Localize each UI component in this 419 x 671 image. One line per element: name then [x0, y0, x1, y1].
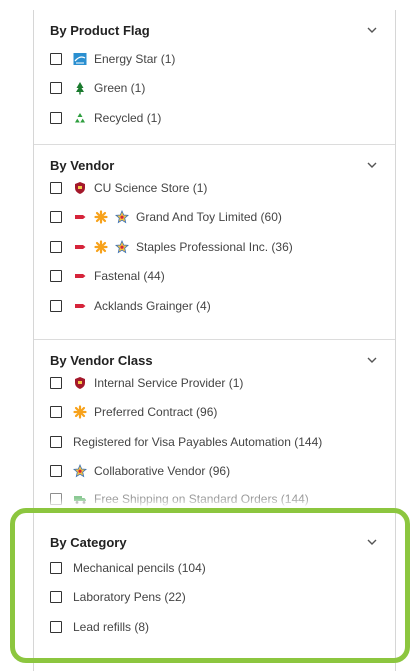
tree-icon	[73, 81, 87, 95]
checkbox[interactable]	[50, 492, 62, 505]
shield-icon	[73, 181, 87, 195]
tag-icon	[73, 240, 87, 254]
scroll-fade: Free Shipping on Standard Orders (144)	[34, 486, 395, 508]
filter-section-product-flag: By Product Flag Energy Star (1) Green (1…	[34, 10, 395, 145]
filter-item-recycled: Recycled (1)	[34, 103, 395, 133]
filter-panel: By Product Flag Energy Star (1) Green (1…	[33, 10, 396, 671]
filter-item-label: Acklands Grainger (4)	[94, 298, 211, 313]
checkbox[interactable]	[50, 299, 62, 312]
filter-item-label: Green (1)	[94, 81, 146, 96]
filter-item-grand-and-toy: Grand And Toy Limited (60)	[34, 203, 395, 233]
filter-item-free-shipping: Free Shipping on Standard Orders (144)	[34, 486, 395, 508]
filter-item-staples: Staples Professional Inc. (36)	[34, 232, 395, 262]
filter-item-label: Recycled (1)	[94, 110, 162, 125]
checkbox[interactable]	[50, 435, 62, 448]
filter-item-visa-payables: Registered for Visa Payables Automation …	[34, 427, 395, 457]
checkbox[interactable]	[50, 376, 62, 389]
section-header-vendor-class[interactable]: By Vendor Class	[34, 340, 395, 368]
filter-item-label: Preferred Contract (96)	[94, 405, 218, 420]
filter-item-internal-service-provider: Internal Service Provider (1)	[34, 368, 395, 398]
filter-item-label: CU Science Store (1)	[94, 180, 208, 195]
filter-item-label: Laboratory Pens (22)	[73, 590, 186, 605]
checkbox[interactable]	[50, 111, 62, 124]
checkbox[interactable]	[50, 620, 62, 633]
filter-item-laboratory-pens: Laboratory Pens (22)	[34, 583, 395, 613]
checkbox[interactable]	[50, 181, 62, 194]
filter-item-label: Lead refills (8)	[73, 619, 150, 634]
collaborative-star-icon	[73, 464, 87, 478]
filter-section-vendor: By Vendor CU Science Store (1) Grand And…	[34, 145, 395, 340]
tag-icon	[73, 210, 87, 224]
filter-item-collaborative-vendor: Collaborative Vendor (96)	[34, 457, 395, 487]
star-burst-icon	[94, 240, 108, 254]
energy-star-icon	[73, 52, 87, 66]
filter-item-acklands-grainger: Acklands Grainger (4)	[34, 291, 395, 321]
collaborative-star-icon	[115, 239, 129, 254]
filter-section-category: By Category Mechanical pencils (104) Lab…	[34, 510, 395, 642]
section-title: By Category	[50, 534, 127, 550]
checkbox[interactable]	[50, 211, 62, 224]
section-title: By Product Flag	[50, 22, 150, 38]
filter-item-green: Green (1)	[34, 74, 395, 104]
truck-icon	[73, 492, 87, 506]
checkbox[interactable]	[50, 270, 62, 283]
filter-item-mechanical-pencils: Mechanical pencils (104)	[34, 553, 395, 583]
checkbox[interactable]	[50, 82, 62, 95]
section-title: By Vendor	[50, 157, 115, 173]
chevron-down-icon[interactable]	[365, 23, 379, 37]
filter-item-label: Staples Professional Inc. (36)	[136, 239, 293, 254]
filter-item-label: Fastenal (44)	[94, 269, 165, 284]
filter-item-label: Grand And Toy Limited (60)	[136, 210, 282, 225]
filter-item-lead-refills: Lead refills (8)	[34, 612, 395, 642]
checkbox[interactable]	[50, 406, 62, 419]
section-header-vendor[interactable]: By Vendor	[34, 145, 395, 173]
filter-item-label: Registered for Visa Payables Automation …	[73, 434, 323, 449]
checkbox[interactable]	[50, 465, 62, 478]
recycle-icon	[73, 111, 87, 125]
filter-item-energy-star: Energy Star (1)	[34, 44, 395, 74]
checkbox[interactable]	[50, 52, 62, 65]
tag-icon	[73, 299, 87, 313]
chevron-down-icon[interactable]	[365, 158, 379, 172]
chevron-down-icon[interactable]	[365, 353, 379, 367]
checkbox[interactable]	[50, 561, 62, 574]
filter-item-label: Energy Star (1)	[94, 51, 176, 66]
filter-item-cu-science-store: CU Science Store (1)	[34, 173, 395, 203]
checkbox[interactable]	[50, 591, 62, 604]
section-title: By Vendor Class	[50, 352, 153, 368]
filter-item-label: Free Shipping on Standard Orders (144)	[94, 491, 309, 506]
shield-icon	[73, 376, 87, 390]
collaborative-star-icon	[115, 210, 129, 224]
section-header-product-flag[interactable]: By Product Flag	[34, 10, 395, 38]
tag-icon	[73, 269, 87, 283]
filter-item-fastenal: Fastenal (44)	[34, 262, 395, 292]
filter-item-label: Mechanical pencils (104)	[73, 560, 206, 575]
star-burst-icon	[94, 210, 108, 224]
filter-section-vendor-class: By Vendor Class Internal Service Provide…	[34, 340, 395, 510]
filter-item-preferred-contract: Preferred Contract (96)	[34, 398, 395, 428]
star-burst-icon	[73, 405, 87, 419]
filter-item-label: Internal Service Provider (1)	[94, 375, 244, 390]
checkbox[interactable]	[50, 240, 62, 253]
chevron-down-icon[interactable]	[365, 535, 379, 549]
section-header-category[interactable]: By Category	[34, 511, 395, 551]
filter-item-label: Collaborative Vendor (96)	[94, 464, 231, 479]
